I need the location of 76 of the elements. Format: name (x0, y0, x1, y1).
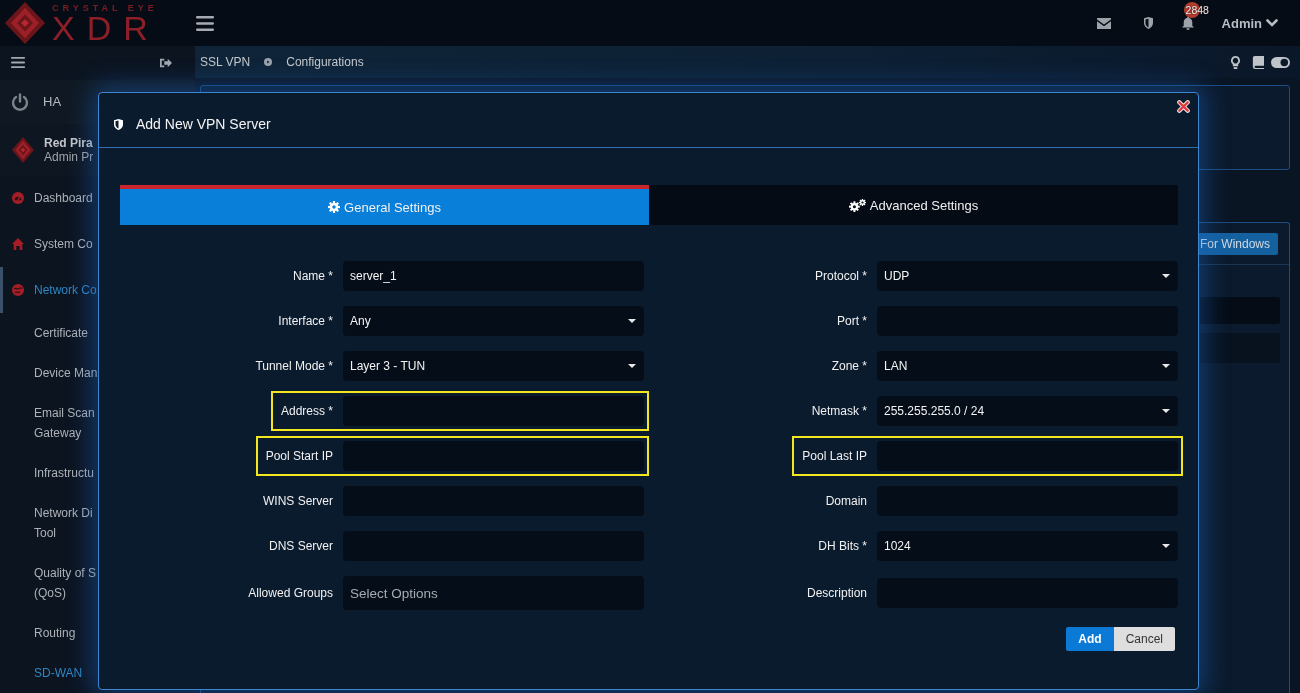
ha-item[interactable]: HA (0, 79, 64, 124)
field-label: Pool Last IP (802, 449, 867, 463)
field-label: Name * (293, 269, 333, 283)
close-icon[interactable] (1177, 100, 1190, 113)
field-label: Tunnel Mode * (255, 359, 333, 373)
submenu-item[interactable]: Network Di Tool (0, 493, 94, 553)
multiselect-field[interactable]: Select Options (343, 576, 644, 610)
menu-icon[interactable] (196, 15, 214, 31)
logo-wordmark: XDR (52, 14, 160, 43)
tab[interactable]: General Settings (120, 185, 649, 225)
submenu-item[interactable]: Certificate (0, 313, 90, 353)
field-label: Description (806, 586, 867, 600)
tab[interactable]: Advanced Settings (649, 185, 1178, 225)
field-label: WINS Server (263, 494, 333, 508)
submenu-item[interactable]: Infrastructu (0, 453, 96, 493)
field-label: DH Bits * (818, 539, 867, 553)
caret-icon (1162, 364, 1170, 368)
diamond-logo-icon (5, 2, 45, 44)
submenu-item[interactable]: SD-WAN (0, 653, 84, 693)
book-icon[interactable] (1251, 55, 1264, 69)
profile-name: Red Pira (44, 135, 93, 150)
submenu-item[interactable]: Device Man (0, 353, 99, 393)
house-icon (12, 238, 24, 251)
play-circle-icon (264, 58, 273, 66)
user-menu[interactable]: Admin (1221, 15, 1262, 31)
caret-icon (628, 319, 636, 323)
caret-icon (1162, 274, 1170, 278)
shield-icon (114, 118, 123, 130)
lightbulb-icon[interactable] (1231, 55, 1240, 69)
field-label: Address * (280, 404, 333, 418)
select-field[interactable]: UDP (877, 261, 1178, 291)
sign-out-icon[interactable] (160, 57, 172, 68)
modal-title: Add New VPN Server (136, 116, 271, 132)
select-field[interactable]: Layer 3 - TUN (343, 351, 644, 381)
globe-icon (12, 284, 24, 297)
select-field[interactable]: 255.255.255.0 / 24 (877, 396, 1178, 426)
diamond-logo-icon (12, 136, 34, 163)
breadcrumb-link[interactable]: SSL VPN (200, 55, 251, 69)
field-label: Domain (825, 494, 867, 508)
chevron-down-icon[interactable] (1266, 19, 1278, 27)
bell-icon[interactable] (1181, 16, 1194, 30)
select-field[interactable]: 1024 (877, 531, 1178, 561)
gear-icon (328, 201, 341, 213)
submenu-item[interactable]: Quality of S (QoS) (0, 553, 98, 613)
search-field[interactable] (1200, 297, 1280, 324)
caret-icon (1162, 544, 1170, 548)
menu-icon[interactable] (11, 57, 25, 69)
select-field[interactable]: Any (343, 306, 644, 336)
field-label: Port * (837, 314, 867, 328)
gears-icon (848, 198, 866, 212)
field-label: Zone * (831, 359, 867, 373)
text-field[interactable]: server_1 (343, 261, 644, 291)
profile-role: Admin Pr (44, 149, 94, 164)
mail-icon[interactable] (1096, 17, 1111, 29)
breadcrumb-current: Configurations (286, 55, 364, 69)
sidebar-item[interactable]: Dashboard (0, 175, 94, 222)
add-button[interactable]: Add (1066, 627, 1114, 651)
logo-tagline: CRYSTAL EYE (52, 3, 158, 14)
power-icon (11, 92, 29, 111)
toggle-icon[interactable] (1271, 56, 1290, 68)
field-label: DNS Server (269, 539, 333, 553)
cancel-button[interactable]: Cancel (1113, 627, 1175, 651)
shield-icon[interactable] (1143, 17, 1153, 29)
sidebar-item[interactable]: System Co (0, 221, 94, 268)
field-label: Netmask * (811, 404, 867, 418)
field-label: Allowed Groups (248, 586, 333, 600)
submenu-item[interactable]: Routing (0, 613, 77, 653)
field-label: Pool Start IP (265, 449, 333, 463)
sidebar-item[interactable]: Network Co (0, 267, 98, 313)
caret-icon (628, 364, 636, 368)
caret-icon (1162, 409, 1170, 413)
gauge-icon (12, 192, 24, 205)
field-label: Interface * (278, 314, 333, 328)
field-label: Protocol * (814, 269, 867, 283)
submenu-item[interactable]: Email Scan Gateway (0, 393, 96, 453)
select-field[interactable]: LAN (877, 351, 1178, 381)
